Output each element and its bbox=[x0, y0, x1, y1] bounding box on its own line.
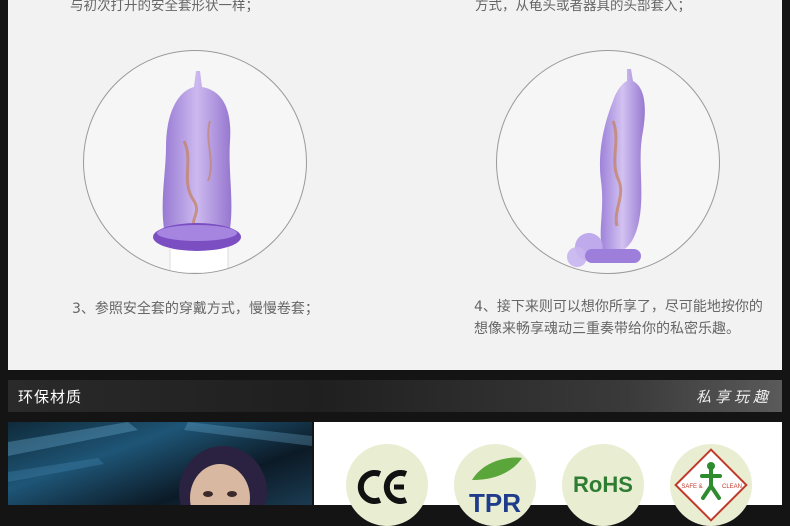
section-header-bar: 环保材质 私享玩趣 bbox=[8, 380, 782, 412]
ce-badge bbox=[346, 444, 428, 526]
safe-label: SAFE & bbox=[681, 484, 702, 490]
step-caption-top-right: 方式，从龟头或者器具的头部套入； bbox=[475, 0, 691, 14]
rohs-badge: RoHS bbox=[562, 444, 644, 526]
model-photo-image bbox=[8, 422, 312, 505]
step3-illustration bbox=[83, 50, 307, 274]
section-title: 环保材质 bbox=[18, 388, 83, 406]
step-caption-top-left: 与初次打开的安全套形状一样； bbox=[70, 0, 259, 14]
step3-text: 3、参照安全套的穿戴方式，慢慢卷套； bbox=[72, 301, 319, 317]
ce-mark-icon bbox=[357, 470, 408, 504]
tpr-leaf-icon: TPR bbox=[469, 457, 522, 518]
sleeve-rolled-image bbox=[153, 71, 241, 273]
tpr-label: TPR bbox=[469, 488, 521, 518]
certification-panel: TPR RoHS SAFE & CLEAN bbox=[314, 422, 782, 526]
step4-text: 4、接下来则可以想你所享了，尽可能地按你的想像来畅享魂动三重奏带给你的私密乐趣。 bbox=[474, 299, 763, 337]
rohs-mark-icon: RoHS bbox=[573, 472, 633, 497]
safe-clean-badge: SAFE & CLEAN bbox=[670, 444, 752, 526]
clean-label: CLEAN bbox=[722, 484, 742, 490]
sleeve-worn-image bbox=[567, 69, 645, 267]
instruction-panel: 与初次打开的安全套形状一样； 方式，从龟头或者器具的头部套入； 3、参照安全套的… bbox=[8, 0, 782, 370]
brand-tagline: 私享玩趣 bbox=[695, 388, 772, 406]
model-photo bbox=[8, 422, 312, 505]
step4-illustration bbox=[496, 50, 720, 274]
rohs-label: RoHS bbox=[573, 472, 633, 497]
tpr-badge: TPR bbox=[454, 444, 536, 526]
safe-clean-icon: SAFE & CLEAN bbox=[674, 448, 748, 522]
